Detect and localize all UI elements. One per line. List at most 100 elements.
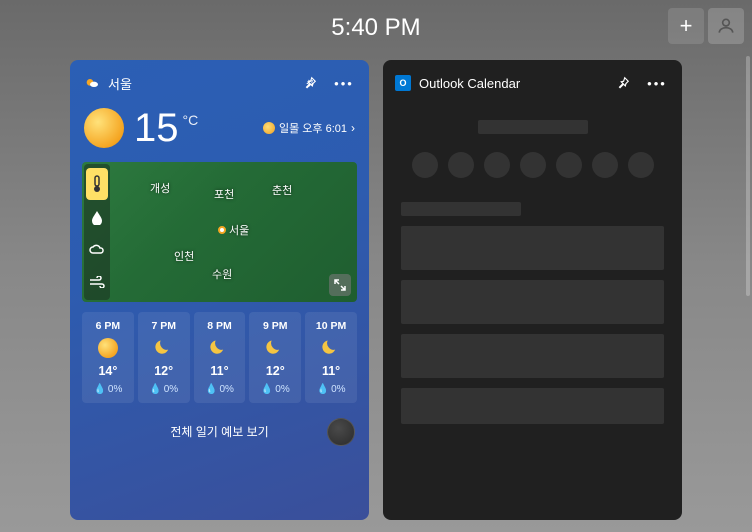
map-label-pocheon: 포천 (214, 186, 234, 202)
drop-icon: 💧 (93, 384, 105, 395)
widgets-panel: 서울 ••• 15 °C 일몰 오후 6:01 › (0, 56, 752, 520)
weather-widget: 서울 ••• 15 °C 일몰 오후 6:01 › (70, 60, 369, 520)
pin-button[interactable] (610, 70, 636, 96)
skeleton-line (478, 120, 588, 134)
map-tab-temperature[interactable] (86, 168, 108, 200)
moon-icon (321, 338, 341, 358)
pin-icon (616, 76, 630, 90)
outlook-icon: O (395, 75, 411, 91)
hour-rain: 💧0% (261, 384, 290, 395)
skeleton-pill (556, 152, 582, 178)
temp-unit: °C (183, 112, 199, 128)
skeleton-pill (448, 152, 474, 178)
skeleton-day-pills (401, 134, 664, 192)
map-layer-tabs (84, 164, 110, 300)
weather-icon (84, 75, 100, 91)
location-label: 서울 (108, 74, 289, 93)
ellipsis-icon: ••• (647, 76, 667, 91)
hour-rain: 💧0% (149, 384, 178, 395)
pin-icon (303, 76, 317, 90)
drop-icon (91, 211, 103, 225)
chevron-right-icon: › (351, 121, 355, 135)
hour-label: 10 PM (316, 320, 346, 332)
pin-button[interactable] (297, 70, 323, 96)
outlook-header: O Outlook Calendar ••• (383, 60, 682, 106)
skeleton-block (401, 334, 664, 378)
sunset-icon (263, 122, 275, 134)
hour-temp: 11° (210, 364, 228, 378)
top-buttons: + (668, 8, 744, 44)
map-marker-seoul: 서울 (218, 222, 249, 238)
hour-col[interactable]: 10 PM 11° 💧0% (305, 312, 357, 403)
person-icon (716, 16, 736, 36)
skeleton-pill (520, 152, 546, 178)
moon-icon (265, 338, 285, 358)
hour-temp: 11° (322, 364, 340, 378)
sunset-link[interactable]: 일몰 오후 6:01 › (263, 120, 355, 136)
hour-rain: 💧0% (205, 384, 234, 395)
hour-temp: 12° (154, 364, 173, 378)
hour-label: 9 PM (263, 320, 288, 332)
moon-icon (154, 338, 174, 358)
skeleton-block (401, 226, 664, 270)
sun-icon (84, 108, 124, 148)
top-bar: 5:40 PM + (0, 0, 752, 56)
drop-icon: 💧 (149, 384, 161, 395)
more-button[interactable]: ••• (644, 70, 670, 96)
hour-label: 6 PM (96, 320, 121, 332)
sun-icon (98, 338, 118, 358)
expand-icon (334, 279, 346, 291)
skeleton-pill (484, 152, 510, 178)
skeleton-pill (592, 152, 618, 178)
hour-temp: 14° (98, 364, 117, 378)
sunset-label: 일몰 오후 6:01 (279, 120, 347, 136)
clock-time: 5:40 PM (331, 14, 420, 42)
map-label-seoul: 서울 (229, 222, 249, 238)
plus-icon: + (680, 13, 693, 39)
wind-icon (89, 276, 105, 288)
map-expand-button[interactable] (329, 274, 351, 296)
current-weather: 15 °C 일몰 오후 6:01 › (70, 104, 369, 156)
hour-label: 7 PM (151, 320, 176, 332)
hour-col[interactable]: 7 PM 12° 💧0% (138, 312, 190, 403)
hour-col[interactable]: 6 PM 14° 💧0% (82, 312, 134, 403)
outlook-calendar-widget: O Outlook Calendar ••• (383, 60, 682, 520)
map-label-chuncheon: 춘천 (272, 182, 292, 198)
skeleton-line (401, 202, 521, 216)
more-button[interactable]: ••• (331, 70, 357, 96)
weather-map[interactable]: 개성 포천 춘천 서울 인천 수원 (82, 162, 357, 302)
full-forecast-label: 전체 일기 예보 보기 (170, 423, 268, 440)
skeleton-pill (628, 152, 654, 178)
ellipsis-icon: ••• (334, 76, 354, 91)
weather-header: 서울 ••• (70, 60, 369, 104)
thermometer-icon (91, 175, 103, 193)
map-tab-precipitation[interactable] (84, 202, 110, 234)
moon-icon (209, 338, 229, 358)
hour-col[interactable]: 8 PM 11° 💧0% (194, 312, 246, 403)
map-label-incheon: 인천 (174, 248, 194, 264)
drop-icon: 💧 (205, 384, 217, 395)
cloud-icon (89, 244, 105, 256)
temp-value: 15 (134, 108, 179, 148)
profile-button[interactable] (708, 8, 744, 44)
hour-label: 8 PM (207, 320, 232, 332)
drop-icon: 💧 (317, 384, 329, 395)
hour-rain: 💧0% (317, 384, 346, 395)
map-tab-cloud[interactable] (84, 234, 110, 266)
map-label-gaeseong: 개성 (150, 180, 170, 196)
hour-col[interactable]: 9 PM 12° 💧0% (249, 312, 301, 403)
provider-avatar[interactable] (327, 418, 355, 446)
temperature: 15 °C (134, 108, 198, 148)
hour-temp: 12° (266, 364, 285, 378)
skeleton-block (401, 388, 664, 424)
map-tab-wind[interactable] (84, 266, 110, 298)
drop-icon: 💧 (261, 384, 273, 395)
skeleton-pill (412, 152, 438, 178)
map-label-suwon: 수원 (212, 266, 232, 282)
full-forecast-link[interactable]: 전체 일기 예보 보기 (84, 413, 355, 450)
map-marker-icon (218, 226, 226, 234)
add-widget-button[interactable]: + (668, 8, 704, 44)
scrollbar[interactable] (746, 56, 750, 296)
hourly-forecast: 6 PM 14° 💧0% 7 PM 12° 💧0% 8 PM 11° 💧0% 9… (70, 308, 369, 403)
skeleton-block (401, 280, 664, 324)
